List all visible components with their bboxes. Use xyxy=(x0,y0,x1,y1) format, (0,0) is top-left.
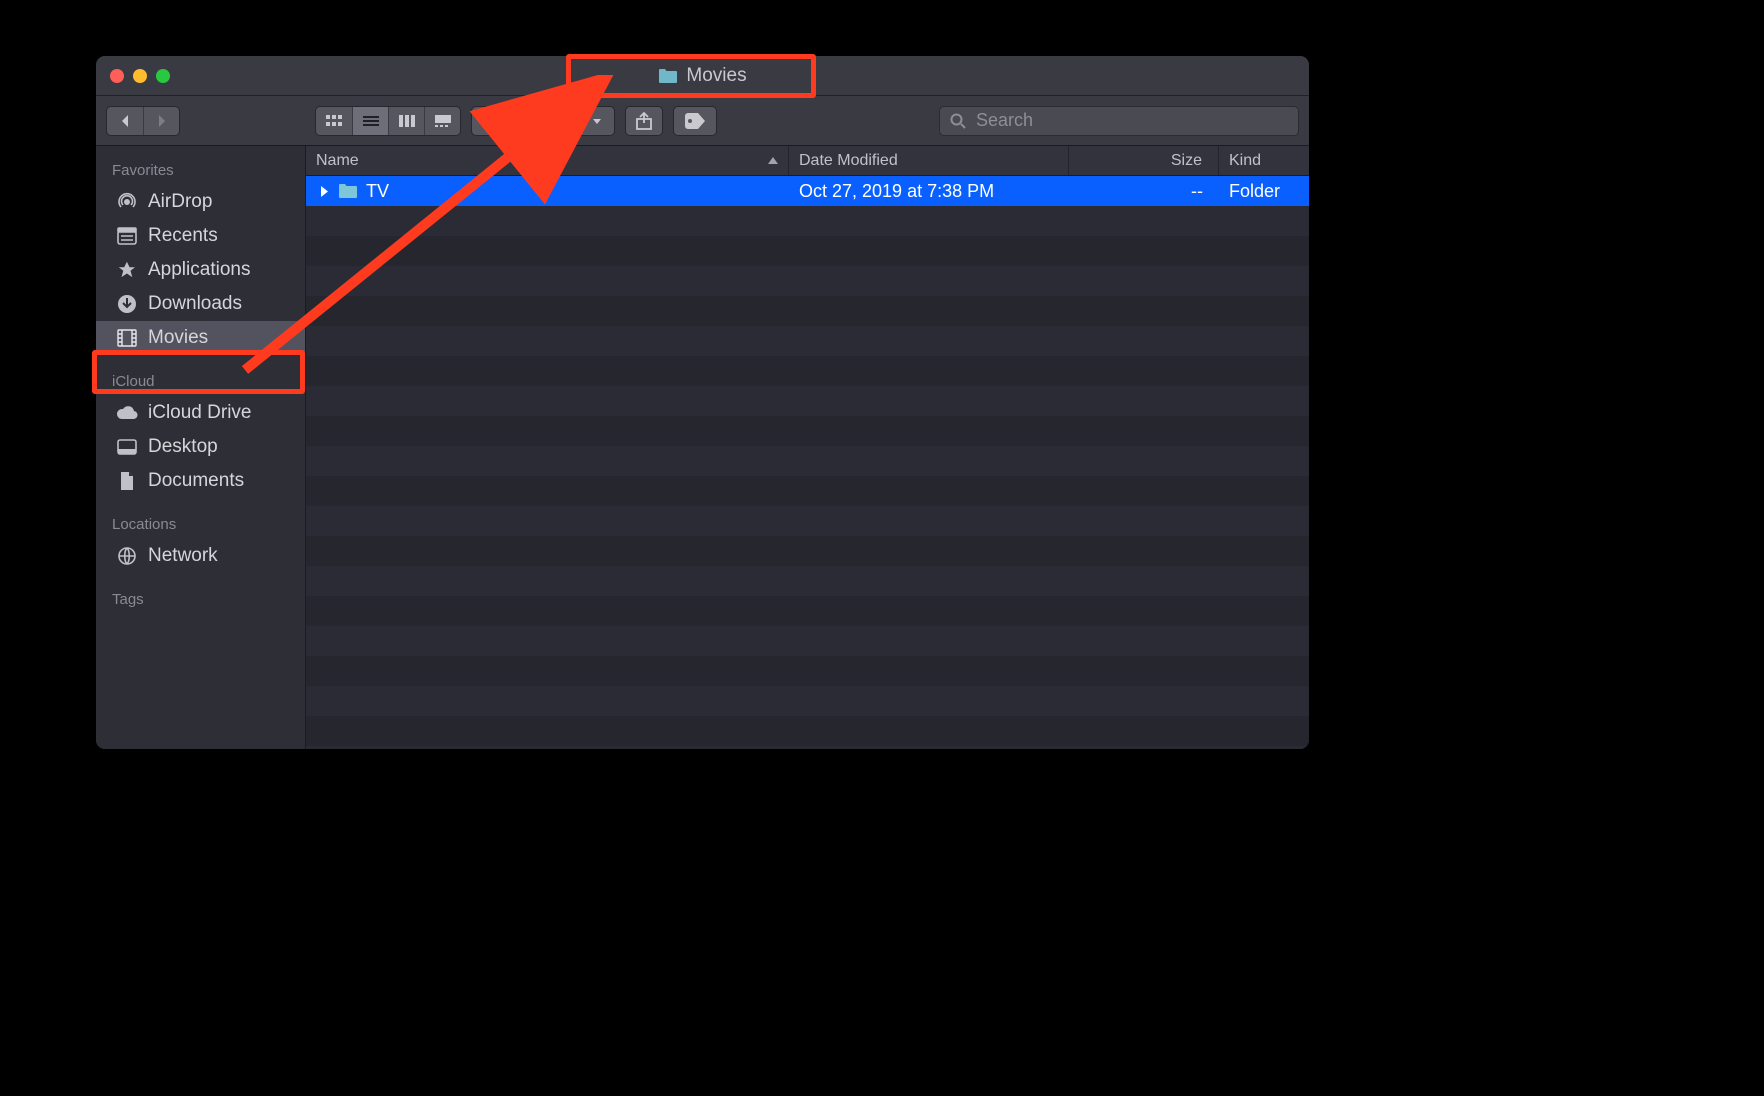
sort-asc-icon xyxy=(768,157,778,165)
file-name: TV xyxy=(366,181,389,202)
window-title: Movies xyxy=(658,65,746,87)
arrange-button[interactable] xyxy=(472,107,518,135)
desktop-icon xyxy=(116,436,138,458)
sidebar-item-label: Network xyxy=(148,545,218,567)
recents-icon xyxy=(116,225,138,247)
sidebar-item-airdrop[interactable]: AirDrop xyxy=(96,185,305,219)
search-input[interactable] xyxy=(974,109,1288,132)
apps-icon xyxy=(116,259,138,281)
window-controls xyxy=(110,69,170,83)
toolbar xyxy=(96,96,1309,146)
sidebar-header-favorites: Favorites xyxy=(96,158,305,185)
movies-icon xyxy=(116,327,138,349)
arrange-button-group xyxy=(471,106,519,136)
tags-button[interactable] xyxy=(673,106,717,136)
action-button[interactable] xyxy=(558,107,614,135)
sidebar-item-label: Desktop xyxy=(148,436,218,458)
sidebar-item-label: AirDrop xyxy=(148,191,212,213)
finder-window: Movies xyxy=(95,55,1310,750)
share-button[interactable] xyxy=(625,106,663,136)
nav-buttons xyxy=(106,106,180,136)
disclosure-triangle-icon[interactable] xyxy=(320,186,330,197)
col-header-date[interactable]: Date Modified xyxy=(789,146,1069,175)
cloud-icon xyxy=(116,402,138,424)
sidebar-item-icloud-drive[interactable]: iCloud Drive xyxy=(96,396,305,430)
sidebar-item-label: Documents xyxy=(148,470,244,492)
sidebar-item-applications[interactable]: Applications xyxy=(96,253,305,287)
folder-icon xyxy=(338,183,358,199)
sidebar-item-label: Applications xyxy=(148,259,250,281)
titlebar: Movies xyxy=(96,56,1309,96)
col-header-size[interactable]: Size xyxy=(1069,146,1219,175)
col-header-kind[interactable]: Kind xyxy=(1219,146,1309,175)
sidebar: Favorites AirDrop Recents Applications D… xyxy=(96,146,306,749)
file-kind: Folder xyxy=(1219,181,1309,202)
search-field[interactable] xyxy=(939,106,1299,136)
back-button[interactable] xyxy=(107,107,143,135)
sidebar-header-tags: Tags xyxy=(96,587,305,614)
sidebar-header-icloud: iCloud xyxy=(96,369,305,396)
sidebar-item-desktop[interactable]: Desktop xyxy=(96,430,305,464)
view-list-button[interactable] xyxy=(352,107,388,135)
action-button-group xyxy=(557,106,615,136)
file-row[interactable]: TV Oct 27, 2019 at 7:38 PM -- Folder xyxy=(306,176,1309,206)
file-date: Oct 27, 2019 at 7:38 PM xyxy=(789,181,1069,202)
sidebar-item-documents[interactable]: Documents xyxy=(96,464,305,498)
zoom-button[interactable] xyxy=(156,69,170,83)
view-icons-button[interactable] xyxy=(316,107,352,135)
content-area: Name Date Modified Size Kind xyxy=(306,146,1309,749)
window-title-text: Movies xyxy=(686,65,746,87)
sidebar-item-label: Downloads xyxy=(148,293,242,315)
col-header-name[interactable]: Name xyxy=(306,146,789,175)
docs-icon xyxy=(116,470,138,492)
sidebar-item-downloads[interactable]: Downloads xyxy=(96,287,305,321)
column-headers: Name Date Modified Size Kind xyxy=(306,146,1309,176)
forward-button[interactable] xyxy=(143,107,179,135)
downloads-icon xyxy=(116,293,138,315)
sidebar-item-movies[interactable]: Movies xyxy=(96,321,305,355)
sidebar-item-recents[interactable]: Recents xyxy=(96,219,305,253)
network-icon xyxy=(116,545,138,567)
sidebar-header-locations: Locations xyxy=(96,512,305,539)
folder-icon xyxy=(658,68,678,84)
file-size: -- xyxy=(1069,181,1219,202)
airdrop-icon xyxy=(116,191,138,213)
view-mode xyxy=(315,106,461,136)
sidebar-item-label: Movies xyxy=(148,327,208,349)
close-button[interactable] xyxy=(110,69,124,83)
sidebar-item-label: iCloud Drive xyxy=(148,402,251,424)
view-gallery-button[interactable] xyxy=(424,107,460,135)
view-columns-button[interactable] xyxy=(388,107,424,135)
sidebar-item-network[interactable]: Network xyxy=(96,539,305,573)
file-list[interactable]: TV Oct 27, 2019 at 7:38 PM -- Folder xyxy=(306,176,1309,749)
sidebar-item-label: Recents xyxy=(148,225,218,247)
minimize-button[interactable] xyxy=(133,69,147,83)
search-icon xyxy=(950,113,966,129)
